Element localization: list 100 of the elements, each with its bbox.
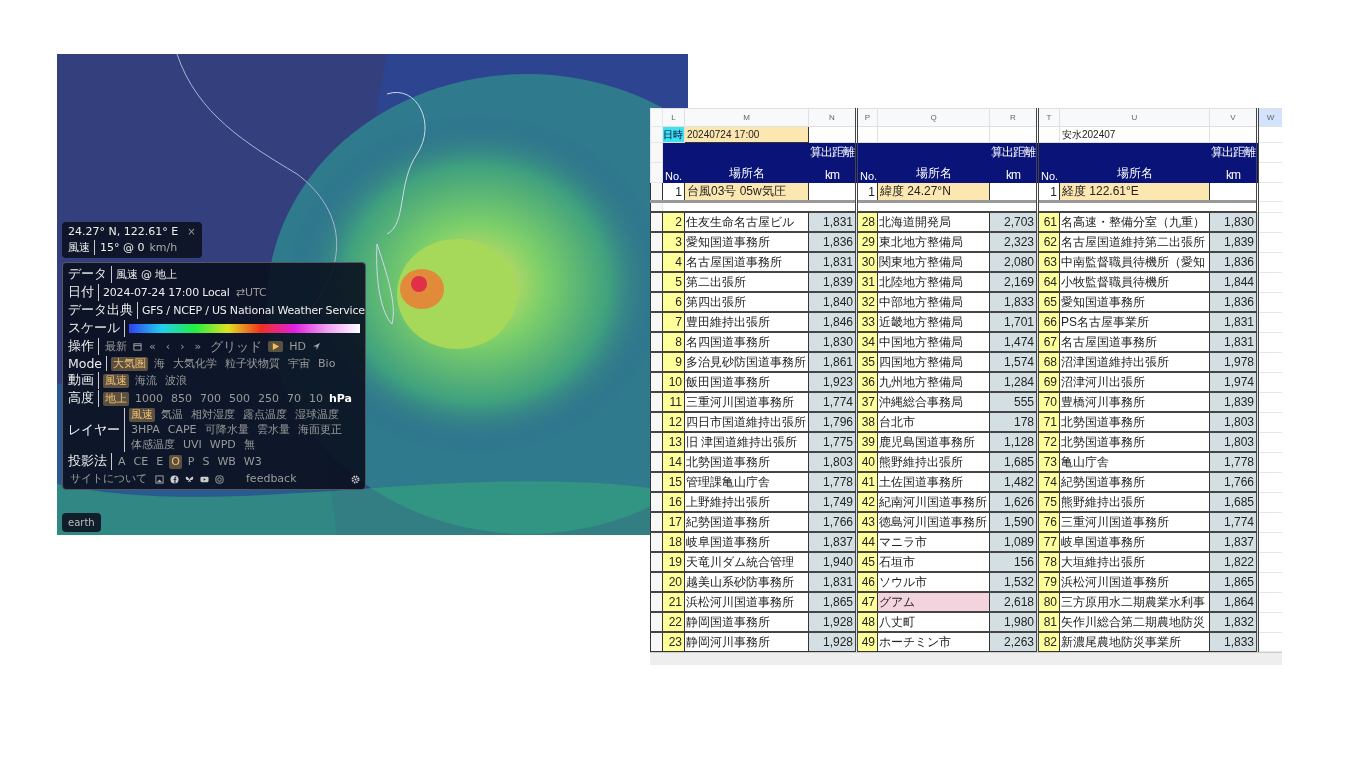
- step-button[interactable]: »: [191, 339, 205, 354]
- option-button[interactable]: O: [169, 454, 182, 469]
- option-button[interactable]: P: [185, 454, 197, 469]
- option-button[interactable]: A: [116, 454, 128, 469]
- option-button[interactable]: 無: [241, 438, 257, 452]
- table-cell: 1,803: [1209, 412, 1258, 432]
- option-button[interactable]: WPD: [207, 438, 238, 452]
- table-cell: 6: [662, 292, 685, 312]
- column-header[interactable]: P: [856, 108, 878, 127]
- table-cell: 46: [856, 572, 878, 592]
- table-cell: 1,803: [1209, 432, 1258, 452]
- hd-button[interactable]: HD: [287, 339, 309, 354]
- option-button[interactable]: 大気化学: [171, 356, 220, 371]
- table-cell: 1,839: [1209, 232, 1258, 252]
- table-cell: 上野維持出張所: [684, 492, 809, 512]
- table-cell: 矢作川総合第二期農地防災: [1059, 612, 1210, 632]
- option-button[interactable]: 海: [152, 356, 168, 371]
- option-button[interactable]: 850: [169, 391, 194, 406]
- option-button[interactable]: 風速: [103, 373, 129, 388]
- option-button[interactable]: 波浪: [163, 373, 189, 388]
- option-button[interactable]: 宇宙: [286, 356, 313, 371]
- option-button[interactable]: 大気圏: [111, 356, 149, 371]
- column-header[interactable]: N: [808, 108, 857, 127]
- option-button[interactable]: 地上: [103, 391, 129, 406]
- navigation-arrow-icon[interactable]: [312, 342, 322, 351]
- option-button[interactable]: 70: [285, 391, 303, 406]
- utc-toggle[interactable]: ⇄UTC: [233, 285, 269, 300]
- option-button[interactable]: 風速: [129, 408, 155, 422]
- table-cell: 1,830: [1209, 212, 1258, 232]
- column-header[interactable]: Q: [877, 108, 990, 127]
- table-cell: 71: [1037, 412, 1060, 432]
- option-button[interactable]: 500: [227, 391, 252, 406]
- table-cell: 19: [662, 552, 685, 572]
- option-button[interactable]: 250: [256, 391, 281, 406]
- option-button[interactable]: 体感温度: [129, 438, 177, 452]
- option-button[interactable]: 1000: [133, 391, 165, 406]
- option-button[interactable]: E: [154, 454, 166, 469]
- option-button[interactable]: WB: [215, 454, 238, 469]
- option-button[interactable]: 気温: [159, 408, 185, 422]
- row-label: レイヤー: [68, 408, 125, 452]
- option-button[interactable]: 露点温度: [241, 408, 289, 422]
- image-icon[interactable]: [155, 474, 164, 484]
- table-cell: 1,774: [1209, 512, 1258, 532]
- column-header[interactable]: M: [684, 108, 809, 127]
- option-button[interactable]: UVI: [181, 438, 204, 452]
- table-cell: 8: [662, 332, 685, 352]
- about-link[interactable]: サイトについて: [68, 472, 149, 486]
- table-cell: 72: [1037, 432, 1060, 452]
- table-cell: 1,701: [989, 312, 1038, 332]
- step-button[interactable]: ‹: [162, 339, 174, 354]
- settings-icon[interactable]: [351, 474, 360, 484]
- option-button[interactable]: 雲水量: [254, 423, 292, 437]
- option-button[interactable]: 粒子状物質: [223, 356, 283, 371]
- option-button[interactable]: 海面更正: [295, 423, 344, 437]
- table-cell: 80: [1037, 592, 1060, 612]
- table-cell: 1,831: [808, 572, 857, 592]
- column-header[interactable]: T: [1037, 108, 1060, 127]
- table-cell: 中部地方整備局: [877, 292, 990, 312]
- table-cell: 名古屋国道維持第二出張所: [1059, 232, 1210, 252]
- butterfly-icon[interactable]: [185, 474, 194, 484]
- column-header[interactable]: R: [989, 108, 1038, 127]
- column-header[interactable]: L: [662, 108, 685, 127]
- option-button[interactable]: W3: [241, 454, 264, 469]
- video-play-icon[interactable]: [200, 474, 209, 484]
- table-cell: 旧 津国道維持出張所: [684, 432, 809, 452]
- option-button[interactable]: S: [200, 454, 212, 469]
- row-label: データ出典: [68, 302, 138, 319]
- step-button[interactable]: «: [146, 339, 159, 354]
- unit-label: hPa: [329, 392, 353, 405]
- table-cell: 3: [662, 232, 685, 252]
- option-button[interactable]: 3HPA: [129, 423, 162, 437]
- table-cell: 65: [1037, 292, 1060, 312]
- table-cell: 小牧監督職員待機所: [1059, 272, 1210, 292]
- option-button[interactable]: CAPE: [165, 423, 199, 437]
- table-cell: 31: [856, 272, 878, 292]
- camera-icon[interactable]: [215, 474, 224, 484]
- latest-button[interactable]: 最新: [103, 339, 129, 354]
- option-button[interactable]: 700: [198, 391, 223, 406]
- table-cell: 1,839: [1209, 392, 1258, 412]
- table-cell: 1,837: [1209, 532, 1258, 552]
- feedback-link[interactable]: feedback: [244, 472, 299, 486]
- option-button[interactable]: 10: [307, 391, 325, 406]
- earth-button[interactable]: earth: [62, 513, 101, 532]
- option-button[interactable]: CE: [131, 454, 151, 469]
- option-button[interactable]: Bio: [316, 356, 338, 371]
- table-cell: 第二出張所: [684, 272, 809, 292]
- option-button[interactable]: 湿球温度: [293, 408, 341, 422]
- column-header[interactable]: V: [1209, 108, 1258, 127]
- table-cell: 1,749: [808, 492, 857, 512]
- table-cell: 静岡河川事務所: [684, 632, 809, 652]
- column-header[interactable]: U: [1059, 108, 1210, 127]
- option-button[interactable]: 可降水量: [202, 423, 251, 437]
- step-button[interactable]: ›: [177, 339, 188, 354]
- close-button[interactable]: ×: [183, 226, 196, 237]
- facebook-icon[interactable]: [170, 474, 179, 484]
- option-button[interactable]: 相対湿度: [189, 408, 237, 422]
- calendar-icon[interactable]: [133, 342, 142, 351]
- grid-button[interactable]: グリッド: [208, 339, 265, 354]
- column-header[interactable]: W: [1257, 108, 1282, 127]
- option-button[interactable]: 海流: [133, 373, 159, 388]
